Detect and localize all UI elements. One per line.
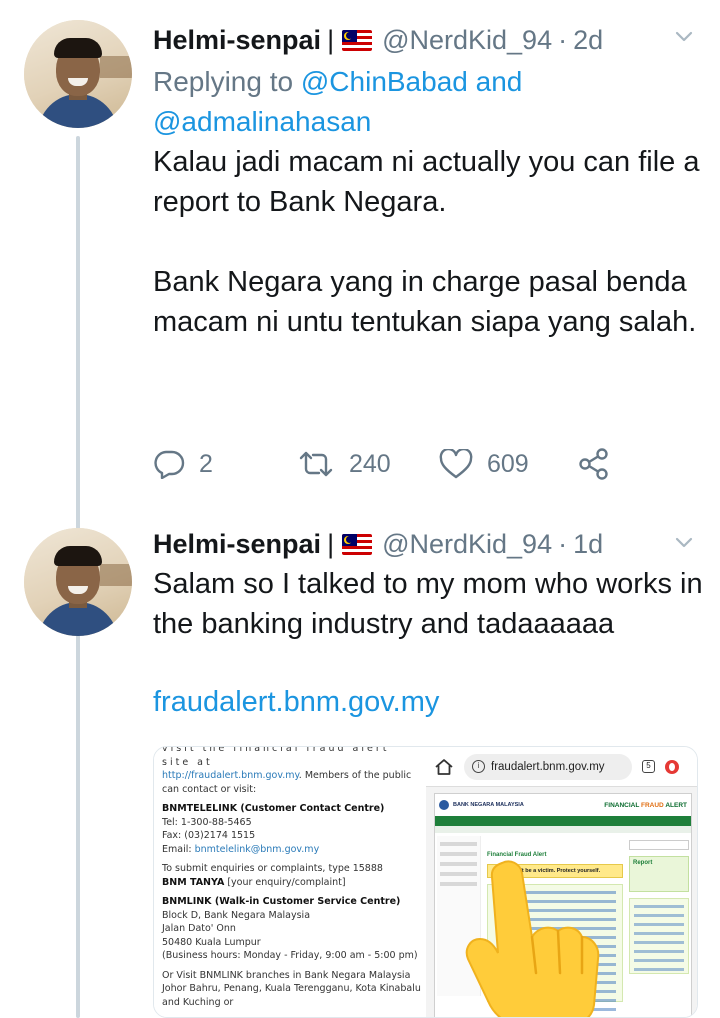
tweet-paragraph: Kalau jadi macam ni actually you can fil…	[153, 146, 700, 218]
info-icon: i	[472, 760, 485, 773]
author-name[interactable]: Helmi-senpai	[153, 25, 321, 56]
browser-url: fraudalert.bnm.gov.my	[491, 760, 605, 773]
replying-to: Replying to @ChinBabad and @admalinahasa…	[153, 62, 693, 142]
tweet-paragraph: Salam so I talked to my mom who works in…	[153, 568, 703, 640]
malaysia-flag-icon	[342, 533, 373, 555]
time-separator: ·	[558, 528, 568, 559]
tweet-timestamp[interactable]: 1d	[573, 529, 603, 560]
tweet-timestamp[interactable]: 2d	[573, 25, 603, 56]
reply-button[interactable]: 2	[153, 444, 213, 484]
doc-address-line: Block D, Bank Negara Malaysia	[162, 909, 311, 921]
doc-sms-tail: [your enquiry/complaint]	[224, 876, 346, 888]
bnm-logo-icon	[439, 800, 449, 810]
time-separator: ·	[558, 24, 568, 55]
mention-link[interactable]: @admalinahasan	[153, 106, 371, 137]
name-separator: |	[327, 528, 335, 559]
doc-fax: Fax: (03)2174 1515	[162, 830, 256, 841]
doc-url: http://fraudalert.bnm.gov.my	[162, 770, 299, 781]
mention-conjunction[interactable]: and	[476, 66, 523, 97]
replying-to-prefix: Replying to	[153, 66, 294, 97]
tweet-header: Helmi-senpai | @NerdKid_94 · 1d	[153, 524, 603, 564]
avatar[interactable]	[24, 528, 132, 636]
chevron-down-icon[interactable]	[674, 30, 694, 44]
tweet-1[interactable]: Helmi-senpai | @NerdKid_94 · 2d Replying…	[0, 0, 720, 520]
author-name[interactable]: Helmi-senpai	[153, 529, 321, 560]
doc-sms-code: BNM TANYA	[162, 876, 225, 888]
doc-cut-line: visit the financial fraud alert site at	[162, 746, 390, 768]
reply-count: 2	[199, 449, 213, 478]
mention-link[interactable]: @ChinBabad	[301, 66, 468, 97]
retweet-count: 240	[349, 449, 391, 478]
tweet-link[interactable]: fraudalert.bnm.gov.my	[153, 682, 439, 722]
doc-hours: (Business hours: Monday - Friday, 9:00 a…	[162, 950, 418, 961]
like-button[interactable]: 609	[439, 444, 529, 484]
doc-bnmlink-title: BNMLINK (Walk-in Customer Service Centre…	[162, 896, 401, 907]
doc-tel: Tel: 1-300-88-5465	[162, 816, 252, 828]
avatar[interactable]	[24, 20, 132, 128]
tweet-paragraph: Bank Negara yang in charge pasal benda m…	[153, 266, 697, 338]
reply-icon	[154, 450, 185, 479]
home-icon	[435, 758, 453, 775]
author-handle[interactable]: @NerdKid_94	[382, 529, 552, 560]
pointing-hand-emoji	[465, 860, 600, 1017]
chevron-down-icon[interactable]	[674, 536, 694, 550]
tweet-actions: 2 240 609	[153, 444, 633, 484]
doc-address-line: Jalan Dato' Onn	[162, 923, 236, 934]
info-document-image: visit the financial fraud alert site at …	[154, 746, 422, 1017]
opera-icon	[665, 759, 679, 774]
tabs-icon: 5	[642, 760, 655, 773]
author-handle[interactable]: @NerdKid_94	[382, 25, 552, 56]
doc-sms-line: To submit enquiries or complaints, type …	[162, 863, 383, 874]
like-count: 609	[487, 449, 529, 478]
tweet-text: Kalau jadi macam ni actually you can fil…	[153, 142, 703, 342]
share-button[interactable]	[577, 444, 625, 484]
doc-branches: Or Visit BNMLINK branches in Bank Negara…	[162, 969, 421, 1008]
tweet-media[interactable]: visit the financial fraud alert site at …	[153, 746, 698, 1018]
like-icon	[439, 449, 473, 479]
tweet-header: Helmi-senpai | @NerdKid_94 · 2d	[153, 20, 603, 60]
doc-email: bnmtelelink@bnm.gov.my	[194, 843, 320, 855]
bnm-site-name: BANK NEGARA MALAYSIA	[453, 802, 524, 808]
address-pill: i fraudalert.bnm.gov.my	[464, 753, 632, 780]
doc-telelink-title: BNMTELELINK (Customer Contact Centre)	[162, 803, 385, 814]
share-icon	[579, 448, 608, 480]
tweet-text: Salam so I talked to my mom who works in…	[153, 564, 703, 644]
fraud-alert-logo: FINANCIAL FRAUD ALERT	[604, 801, 687, 809]
retweet-button[interactable]: 240	[297, 444, 391, 484]
malaysia-flag-icon	[342, 29, 373, 51]
site-report-box: Report	[629, 856, 689, 892]
tweet-2[interactable]: Helmi-senpai | @NerdKid_94 · 1d Salam so…	[0, 520, 720, 1018]
doc-address-line: 50480 Kuala Lumpur	[162, 936, 261, 948]
doc-email-label: Email:	[162, 843, 195, 855]
browser-address-bar: i fraudalert.bnm.gov.my 5	[426, 747, 697, 787]
browser-screenshot-image: i fraudalert.bnm.gov.my 5 BANK NEGARA MA…	[426, 747, 697, 1017]
retweet-icon	[299, 451, 333, 477]
name-separator: |	[327, 24, 335, 55]
